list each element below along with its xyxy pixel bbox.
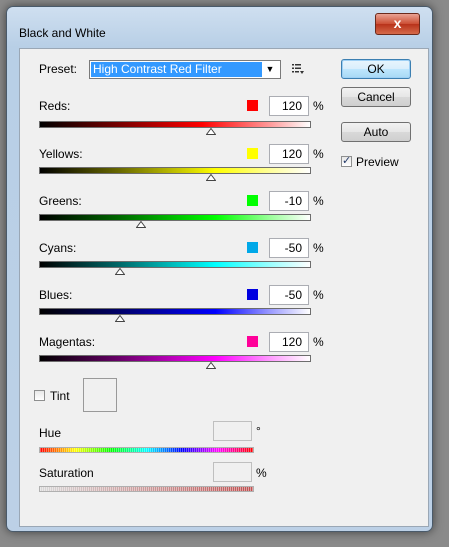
preset-options-icon[interactable] bbox=[291, 62, 305, 75]
preview-checkbox[interactable]: ✓ bbox=[341, 155, 352, 167]
magentas-label: Magentas: bbox=[39, 335, 96, 349]
cyans-label: Cyans: bbox=[39, 241, 77, 255]
reds-slider-track[interactable] bbox=[39, 121, 311, 128]
preset-selected-value: High Contrast Red Filter bbox=[91, 62, 262, 77]
blues-value-field[interactable]: -50 bbox=[269, 285, 309, 305]
hue-label: Hue bbox=[39, 426, 62, 440]
greens-label: Greens: bbox=[39, 194, 82, 208]
greens-slider-track[interactable] bbox=[39, 214, 311, 221]
greens-color-swatch bbox=[247, 195, 258, 206]
cyans-slider-handle[interactable] bbox=[115, 268, 125, 275]
blues-percent-sign: % bbox=[313, 288, 324, 302]
saturation-percent-sign: % bbox=[256, 466, 267, 480]
close-icon: x bbox=[393, 15, 402, 31]
blues-slider-track[interactable] bbox=[39, 308, 311, 315]
saturation-value-field bbox=[213, 462, 252, 482]
preview-label: Preview bbox=[356, 155, 399, 169]
yellows-value-field[interactable]: 120 bbox=[269, 144, 309, 164]
magentas-color-swatch bbox=[247, 336, 258, 347]
reds-label: Reds: bbox=[39, 99, 71, 113]
chevron-down-icon: ▼ bbox=[265, 64, 275, 74]
cyans-value-field[interactable]: -50 bbox=[269, 238, 309, 258]
blues-label: Blues: bbox=[39, 288, 73, 302]
magentas-slider-track[interactable] bbox=[39, 355, 311, 362]
reds-slider-handle[interactable] bbox=[206, 128, 216, 135]
cyans-percent-sign: % bbox=[313, 241, 324, 255]
auto-button[interactable]: Auto bbox=[341, 122, 411, 142]
tint-color-swatch bbox=[83, 378, 117, 412]
blues-slider-handle[interactable] bbox=[115, 315, 125, 322]
greens-slider-handle[interactable] bbox=[136, 221, 146, 228]
close-button[interactable]: x bbox=[375, 13, 420, 35]
yellows-label: Yellows: bbox=[39, 147, 83, 161]
yellows-percent-sign: % bbox=[313, 147, 324, 161]
dialog-client-area bbox=[19, 48, 429, 527]
greens-value-field[interactable]: -10 bbox=[269, 191, 309, 211]
cyans-slider-track[interactable] bbox=[39, 261, 311, 268]
magentas-value-field[interactable]: 120 bbox=[269, 332, 309, 352]
tint-checkbox[interactable] bbox=[34, 390, 45, 401]
magentas-slider-handle[interactable] bbox=[206, 362, 216, 369]
preset-dropdown[interactable]: High Contrast Red Filter ▼ bbox=[89, 60, 281, 79]
yellows-slider-handle[interactable] bbox=[206, 174, 216, 181]
cancel-button[interactable]: Cancel bbox=[341, 87, 411, 107]
saturation-slider-track bbox=[39, 486, 254, 492]
greens-percent-sign: % bbox=[313, 194, 324, 208]
tint-label: Tint bbox=[50, 389, 70, 403]
yellows-slider-track[interactable] bbox=[39, 167, 311, 174]
cyans-color-swatch bbox=[247, 242, 258, 253]
hue-slider-track bbox=[39, 447, 254, 453]
reds-color-swatch bbox=[247, 100, 258, 111]
ok-button[interactable]: OK bbox=[341, 59, 411, 79]
magentas-percent-sign: % bbox=[313, 335, 324, 349]
reds-value-field[interactable]: 120 bbox=[269, 96, 309, 116]
degree-sign: ° bbox=[256, 424, 261, 438]
reds-percent-sign: % bbox=[313, 99, 324, 113]
yellows-color-swatch bbox=[247, 148, 258, 159]
checkmark-icon: ✓ bbox=[342, 155, 352, 167]
preset-label: Preset: bbox=[39, 62, 78, 76]
blues-color-swatch bbox=[247, 289, 258, 300]
hue-value-field bbox=[213, 421, 252, 441]
dialog-title: Black and White bbox=[19, 26, 106, 40]
saturation-label: Saturation bbox=[39, 466, 94, 480]
